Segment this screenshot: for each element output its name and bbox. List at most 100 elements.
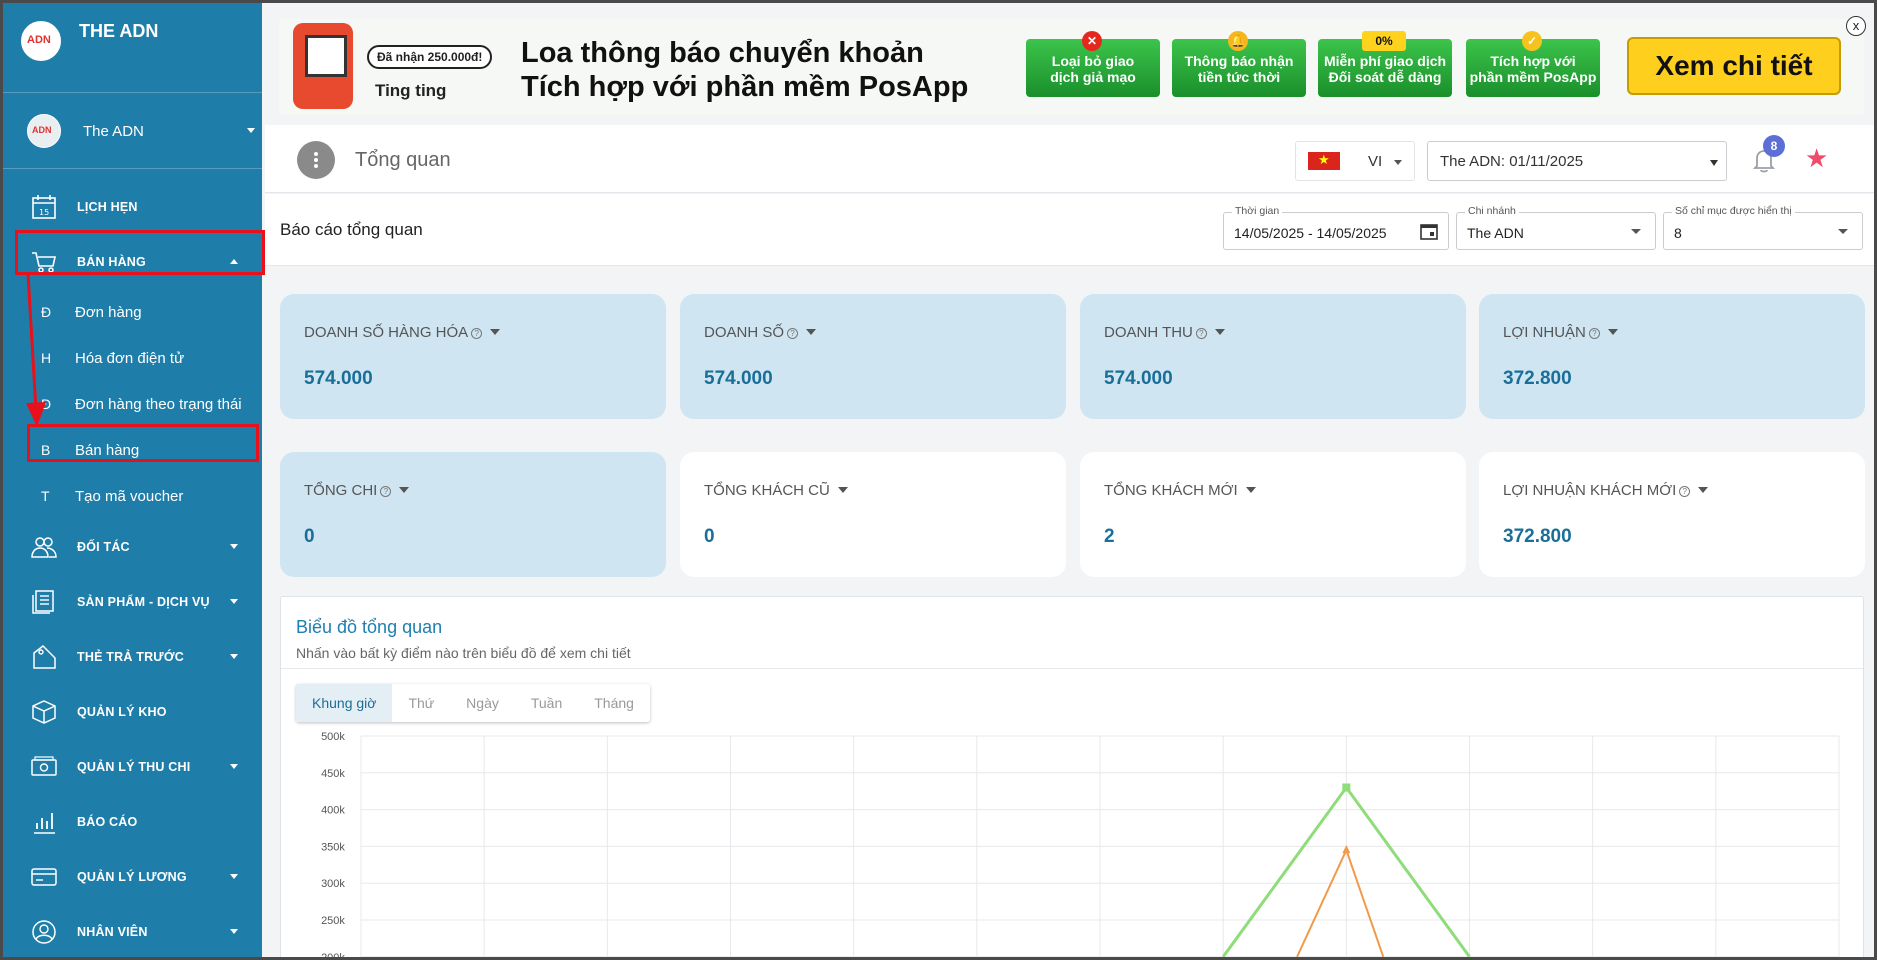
help-icon[interactable]: ? [1679, 486, 1691, 497]
salary-icon [31, 864, 57, 890]
chevron-down-icon[interactable] [1214, 329, 1225, 335]
language-selector[interactable]: VI [1295, 141, 1415, 181]
kpi-value: 0 [704, 526, 715, 547]
store-switcher[interactable]: The ADN [27, 111, 257, 151]
chart-subtitle: Nhấn vào bất kỳ điểm nào trên biểu đồ để… [296, 645, 631, 661]
page-title: Tổng quan [355, 149, 451, 171]
chevron-down-icon[interactable] [1698, 487, 1709, 493]
kpi-label-text: TỔNG CHI [304, 482, 378, 499]
brand-logo [21, 21, 61, 61]
help-icon[interactable]: ? [1195, 328, 1207, 339]
banner-title-line1: Loa thông báo chuyển khoản [521, 37, 924, 69]
kpi-value: 372.800 [1503, 368, 1572, 389]
submenu-label: Đơn hàng [75, 303, 142, 321]
kpi-card[interactable]: LỢI NHUẬN KHÁCH MỚI? 372.800 [1479, 452, 1865, 577]
field-caption: Chi nhánh [1465, 205, 1519, 217]
kpi-card[interactable]: LỢI NHUẬN? 372.800 [1479, 294, 1865, 419]
sidebar-item-quan-ly-kho[interactable]: QUẢN LÝ KHO [3, 684, 262, 739]
kpi-value: 0 [304, 526, 315, 547]
report-title: Báo cáo tổng quan [280, 220, 423, 239]
close-banner-button[interactable]: x [1846, 16, 1866, 36]
store-date-select[interactable]: The ADN: 01/11/2025 [1427, 141, 1727, 181]
calendar-icon: 15 [31, 194, 57, 220]
tab-khung-gio[interactable]: Khung giờ [296, 684, 393, 722]
brand[interactable]: THE ADN [21, 21, 251, 81]
sidebar-item-san-pham-dich-vu[interactable]: SẢN PHẨM - DỊCH VỤ [3, 574, 262, 629]
sidebar-item-label: THẺ TRẢ TRƯỚC [77, 649, 184, 664]
feature-line: Loại bỏ giao [1051, 53, 1135, 69]
kpi-card[interactable]: DOANH THU? 574.000 [1080, 294, 1466, 419]
chevron-down-icon[interactable] [1607, 329, 1618, 335]
sidebar-item-nhan-vien[interactable]: NHÂN VIÊN [3, 904, 262, 957]
kpi-card[interactable]: TỔNG KHÁCH MỚI 2 [1080, 452, 1466, 577]
feature-line: Tích hợp với [1490, 53, 1576, 69]
kpi-card[interactable]: TỔNG KHÁCH CŨ 0 [680, 452, 1066, 577]
field-caption: Số chỉ mục được hiển thị [1672, 205, 1795, 217]
sidebar-item-bao-cao[interactable]: BÁO CÁO [3, 794, 262, 849]
chevron-down-icon [230, 929, 238, 934]
star-icon[interactable]: ★ [1805, 143, 1828, 174]
chevron-down-icon [230, 764, 238, 769]
language-code: VI [1368, 153, 1383, 170]
help-icon[interactable]: ? [787, 328, 799, 339]
chevron-down-icon [247, 128, 255, 133]
sidebar-item-doi-tac[interactable]: ĐỐI TÁC [3, 519, 262, 574]
chart-tabs: Khung giờ Thứ Ngày Tuần Tháng [296, 684, 650, 722]
sidebar-item-label: ĐỐI TÁC [77, 539, 130, 554]
submenu-letter: T [41, 488, 50, 504]
notification-count-badge: 8 [1763, 135, 1785, 157]
kpi-label: DOANH SỐ HÀNG HÓA? [304, 324, 501, 341]
branch-select[interactable]: Chi nhánh The ADN [1456, 205, 1656, 250]
annotation-arrow [26, 272, 46, 427]
y-tick-label: 450k [321, 768, 345, 780]
kpi-label: DOANH THU? [1104, 324, 1225, 341]
chevron-down-icon [230, 599, 238, 604]
page-header: Tổng quan VI The ADN: 01/11/2025 8 ★ [265, 125, 1874, 193]
more-vertical-icon[interactable] [297, 141, 335, 179]
tab-ngay[interactable]: Ngày [450, 684, 515, 722]
submenu-item-ban-hang[interactable]: B Bán hàng [3, 427, 262, 473]
kpi-card[interactable]: DOANH SỐ HÀNG HÓA? 574.000 [280, 294, 666, 419]
sidebar-item-lich-hen[interactable]: 15 LỊCH HẸN [3, 179, 262, 234]
submenu-item-tao-ma-voucher[interactable]: T Tạo mã voucher [3, 473, 262, 519]
promo-banner[interactable]: Đã nhận 250.000đ! Ting ting Loa thông bá… [279, 19, 1864, 115]
banner-cta-button[interactable]: Xem chi tiết [1627, 37, 1841, 95]
calendar-icon[interactable] [1420, 222, 1438, 245]
item-count-select[interactable]: Số chỉ mục được hiển thị 8 [1663, 205, 1863, 250]
chevron-down-icon [230, 544, 238, 549]
sidebar-item-label: QUẢN LÝ LƯƠNG [77, 869, 187, 884]
sidebar-item-quan-ly-thu-chi[interactable]: QUẢN LÝ THU CHI [3, 739, 262, 794]
sidebar-item-label: QUẢN LÝ KHO [77, 704, 167, 719]
submenu-letter: B [41, 442, 51, 458]
chevron-down-icon[interactable] [399, 487, 410, 493]
kpi-card[interactable]: DOANH SỐ? 574.000 [680, 294, 1066, 419]
y-tick-label: 250k [321, 915, 345, 927]
help-icon[interactable]: ? [380, 486, 392, 497]
products-icon [31, 589, 57, 615]
tab-thang[interactable]: Tháng [578, 684, 650, 722]
tab-thu[interactable]: Thứ [392, 684, 450, 722]
chevron-down-icon [230, 654, 238, 659]
kpi-card[interactable]: TỔNG CHI? 0 [280, 452, 666, 577]
chevron-down-icon[interactable] [837, 487, 848, 493]
chevron-down-icon[interactable] [806, 329, 817, 335]
sidebar-item-quan-ly-luong[interactable]: QUẢN LÝ LƯƠNG [3, 849, 262, 904]
chart-title: Biểu đồ tổng quan [296, 617, 443, 637]
kpi-label: TỔNG CHI? [304, 482, 410, 499]
chevron-down-icon[interactable] [490, 329, 501, 335]
tab-tuan[interactable]: Tuần [515, 684, 578, 722]
cash-icon [31, 754, 57, 780]
submenu-label: Bán hàng [75, 441, 140, 459]
overview-line-chart[interactable]: 500k 450k 400k 350k 300k 250k 200k [281, 727, 1863, 960]
chevron-down-icon[interactable] [1245, 487, 1256, 493]
field-value: 14/05/2025 - 14/05/2025 [1234, 225, 1387, 241]
chevron-down-icon [1631, 229, 1641, 234]
sidebar-item-the-tra-truoc[interactable]: THẺ TRẢ TRƯỚC [3, 629, 262, 684]
chevron-down-icon [230, 874, 238, 879]
sidebar: THE ADN The ADN 15 LỊCH HẸN BÁN HÀNG [3, 3, 265, 957]
kpi-label-text: LỢI NHUẬN KHÁCH MỚI [1503, 482, 1677, 499]
help-icon[interactable]: ? [1588, 328, 1600, 339]
overview-chart-panel: Biểu đồ tổng quan Nhấn vào bất kỳ điểm n… [280, 596, 1864, 960]
date-range-field[interactable]: Thời gian 14/05/2025 - 14/05/2025 [1223, 205, 1449, 250]
help-icon[interactable]: ? [471, 328, 483, 339]
